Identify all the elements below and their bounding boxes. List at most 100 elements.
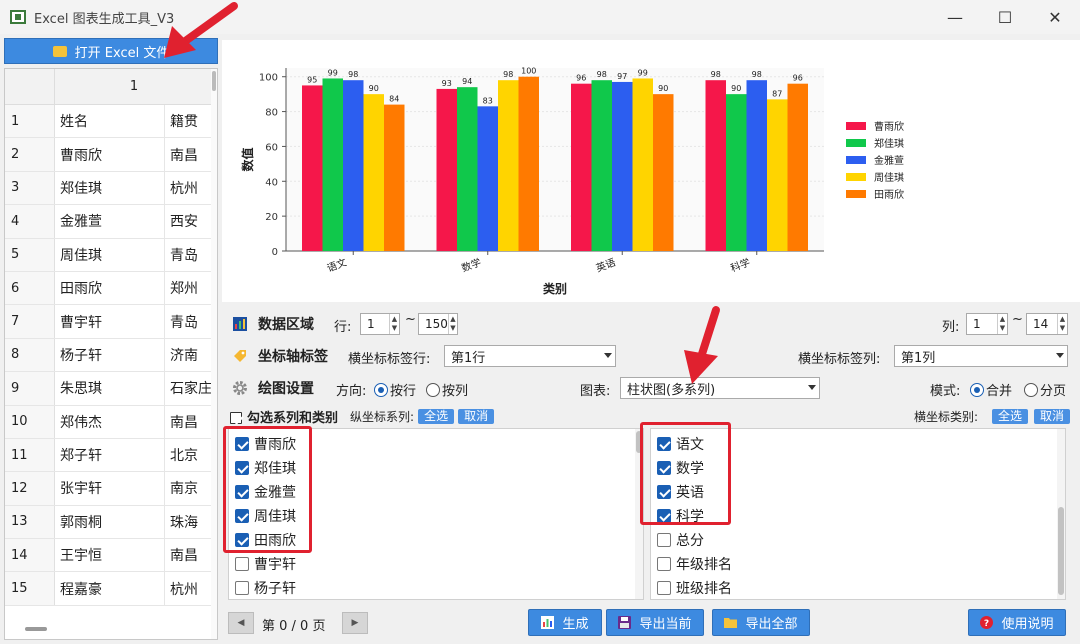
checkbox-item[interactable]: 总分: [651, 528, 1065, 552]
cell-name[interactable]: 曹雨欣: [55, 138, 165, 171]
checkbox-item[interactable]: 班级排名: [651, 576, 1065, 599]
table-row[interactable]: 13 郭雨桐 珠海: [5, 505, 213, 540]
checkbox-item[interactable]: 数学: [651, 456, 1065, 480]
table-corner[interactable]: [5, 69, 55, 105]
checkbox-item[interactable]: 英语: [651, 480, 1065, 504]
row-number[interactable]: 6: [5, 271, 55, 305]
table-row[interactable]: 11 郑子轩 北京: [5, 438, 213, 473]
checkbox-item[interactable]: 周佳琪: [229, 504, 643, 528]
col-from-spinbox[interactable]: 1 ▲ ▼: [966, 313, 1008, 335]
spin-arrows-icon[interactable]: ▲ ▼: [1057, 314, 1067, 334]
cell-name[interactable]: 田雨欣: [55, 271, 165, 305]
cell-name[interactable]: 朱思琪: [55, 372, 165, 405]
column-header[interactable]: 1: [55, 69, 213, 105]
cell-city[interactable]: 杭州: [165, 572, 213, 604]
row-number[interactable]: 11: [5, 438, 55, 472]
merge-radio[interactable]: 合并: [970, 380, 1012, 399]
scrollbar-thumb[interactable]: [636, 431, 642, 453]
table-row[interactable]: 4 金雅萱 西安: [5, 205, 213, 239]
cell-city[interactable]: 西安: [165, 205, 213, 237]
checkbox-checked-icon[interactable]: [235, 485, 249, 499]
cell-city[interactable]: 青岛: [165, 239, 213, 271]
row-from-spinbox[interactable]: 1 ▲ ▼: [360, 313, 400, 335]
checkbox-checked-icon[interactable]: [657, 461, 671, 475]
row-number[interactable]: 13: [5, 505, 55, 539]
checkbox-item[interactable]: 郑佳琪: [229, 456, 643, 480]
checkbox-checked-icon[interactable]: [235, 509, 249, 523]
cell-city[interactable]: 青岛: [165, 305, 213, 337]
cell-city[interactable]: 南京: [165, 472, 213, 504]
cell-name[interactable]: 姓名: [55, 105, 165, 138]
category-select-all-button[interactable]: 全选: [992, 408, 1029, 424]
cell-city[interactable]: 杭州: [165, 172, 213, 204]
checkbox-item[interactable]: 杨子轩: [229, 576, 643, 599]
close-button[interactable]: ✕: [1030, 0, 1080, 34]
table-row[interactable]: 10 郑伟杰 南昌: [5, 405, 213, 439]
row-to-spinbox[interactable]: 150 ▲ ▼: [418, 313, 458, 335]
series-cancel-button[interactable]: 取消: [458, 408, 495, 424]
prev-page-button[interactable]: ◀: [228, 612, 254, 634]
by-row-radio[interactable]: 按行: [374, 380, 416, 399]
row-number[interactable]: 2: [5, 138, 55, 171]
category-cancel-button[interactable]: 取消: [1034, 408, 1071, 424]
table-row[interactable]: 1 姓名 籍贯: [5, 105, 213, 139]
cell-city[interactable]: 南昌: [165, 539, 213, 571]
checkbox-checked-icon[interactable]: [657, 485, 671, 499]
cell-city[interactable]: 南昌: [165, 138, 213, 170]
table-row[interactable]: 5 周佳琪 青岛: [5, 238, 213, 272]
series-list-scrollbar[interactable]: [635, 429, 643, 599]
table-horizontal-scrollbar[interactable]: [25, 627, 47, 631]
data-preview-table[interactable]: 1 1 姓名 籍贯 2 曹雨欣 南昌 3 郑佳琪 杭州 4 金雅萱 西安 5 周佳琪 青岛 6 田雨欣 郑州 7 曹宇…: [4, 68, 218, 640]
row-number[interactable]: 1: [5, 105, 55, 138]
spin-arrows-icon[interactable]: ▲ ▼: [389, 314, 399, 334]
table-row[interactable]: 3 郑佳琪 杭州: [5, 171, 213, 206]
x-label-col-select[interactable]: 第1列: [894, 345, 1068, 367]
help-button[interactable]: ? 使用说明: [968, 609, 1066, 636]
checkbox-item[interactable]: 年级排名: [651, 552, 1065, 576]
row-number[interactable]: 9: [5, 372, 55, 405]
checkbox-unchecked-icon[interactable]: [657, 581, 671, 595]
table-vertical-scrollbar[interactable]: [211, 69, 217, 639]
checkbox-checked-icon[interactable]: [657, 437, 671, 451]
paged-radio[interactable]: 分页: [1024, 380, 1066, 399]
table-row[interactable]: 12 张宇轩 南京: [5, 472, 213, 506]
spin-arrows-icon[interactable]: ▲ ▼: [447, 314, 457, 334]
row-number[interactable]: 8: [5, 338, 55, 372]
scrollbar-thumb[interactable]: [1058, 507, 1064, 595]
cell-city[interactable]: 北京: [165, 439, 213, 471]
checkbox-item[interactable]: 语文: [651, 432, 1065, 456]
cell-name[interactable]: 郭雨桐: [55, 505, 165, 539]
checkbox-checked-icon[interactable]: [235, 437, 249, 451]
cell-name[interactable]: 郑伟杰: [55, 405, 165, 438]
row-number[interactable]: 15: [5, 572, 55, 605]
chart-type-select[interactable]: 柱状图(多系列): [620, 377, 820, 399]
checkbox-item[interactable]: 曹宇轩: [229, 552, 643, 576]
checkbox-checked-icon[interactable]: [657, 509, 671, 523]
table-row[interactable]: 7 曹宇轩 青岛: [5, 305, 213, 339]
cell-city[interactable]: 珠海: [165, 506, 213, 538]
series-select-all-button[interactable]: 全选: [418, 408, 455, 424]
checkbox-item[interactable]: 田雨欣: [229, 528, 643, 552]
maximize-button[interactable]: ☐: [980, 0, 1030, 34]
category-list-scrollbar[interactable]: [1057, 429, 1065, 599]
col-to-spinbox[interactable]: 14 ▲ ▼: [1026, 313, 1068, 335]
table-row[interactable]: 2 曹雨欣 南昌: [5, 138, 213, 172]
scrollbar-thumb[interactable]: [212, 71, 216, 91]
cell-name[interactable]: 曹宇轩: [55, 305, 165, 338]
table-row[interactable]: 14 王宇恒 南昌: [5, 539, 213, 573]
export-all-button[interactable]: 导出全部: [712, 609, 810, 636]
cell-city[interactable]: 郑州: [165, 272, 213, 304]
table-row[interactable]: 8 杨子轩 济南: [5, 338, 213, 373]
row-number[interactable]: 3: [5, 171, 55, 205]
checkbox-checked-icon[interactable]: [235, 461, 249, 475]
x-label-row-select[interactable]: 第1行: [444, 345, 616, 367]
checkbox-unchecked-icon[interactable]: [657, 533, 671, 547]
cell-name[interactable]: 杨子轩: [55, 338, 165, 372]
table-row[interactable]: 6 田雨欣 郑州: [5, 271, 213, 306]
row-number[interactable]: 14: [5, 539, 55, 572]
row-number[interactable]: 10: [5, 405, 55, 438]
row-number[interactable]: 4: [5, 205, 55, 238]
cell-name[interactable]: 张宇轩: [55, 472, 165, 505]
category-list[interactable]: 语文 数学 英语 科学 总分 年级排名 班级排名: [650, 428, 1066, 600]
minimize-button[interactable]: —: [930, 0, 980, 34]
